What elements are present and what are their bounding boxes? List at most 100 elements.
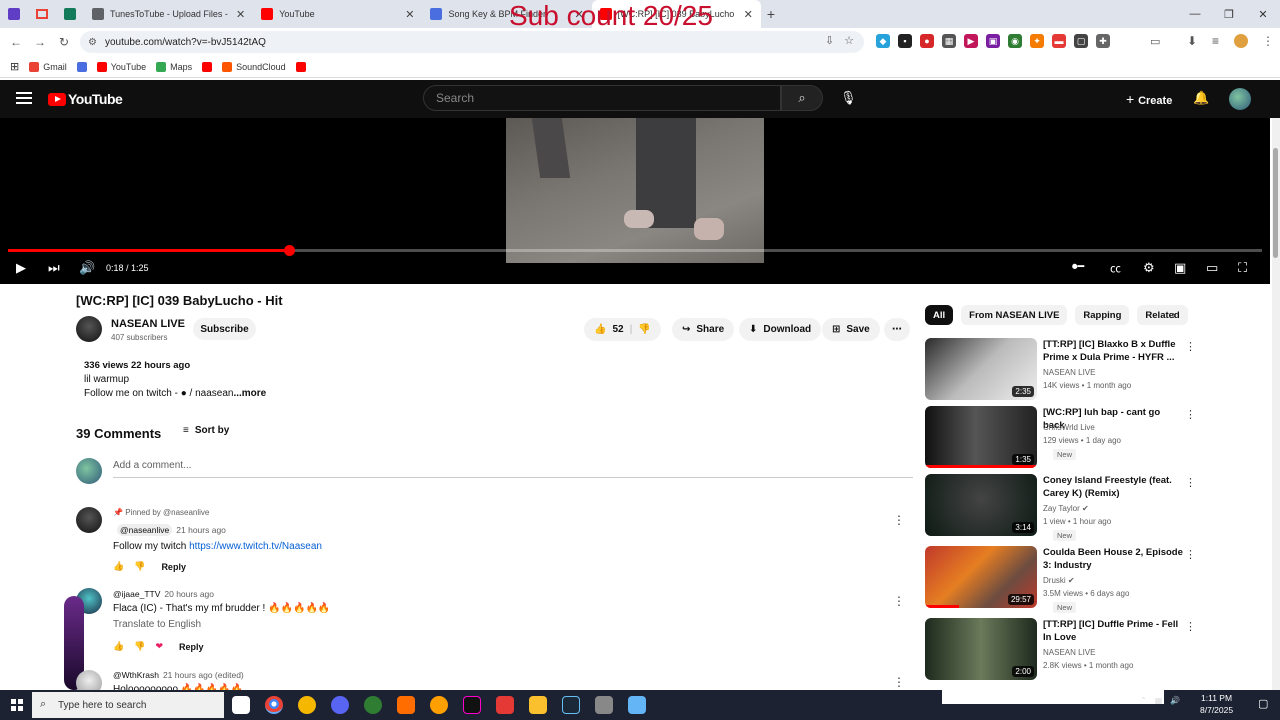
rec-channel[interactable]: NASEAN LIVE (1043, 368, 1095, 377)
taskbar-clock[interactable]: 1:11 PM 8/7/2025 (1200, 692, 1233, 716)
twitch-link[interactable]: https://www.twitch.tv/Naasean (189, 541, 322, 552)
dislike-icon[interactable]: 👎 (134, 641, 145, 652)
dislike-icon[interactable]: 👎 (134, 561, 145, 572)
bookmark-youtube-3[interactable] (295, 61, 306, 72)
chip-rapping[interactable]: Rapping (1075, 305, 1130, 325)
chip-all[interactable]: All (925, 305, 954, 325)
comment-menu-icon[interactable]: ⋮ (893, 675, 905, 689)
chip-related[interactable]: Related (1137, 305, 1188, 325)
bookmark-gmail[interactable]: Gmail (29, 61, 67, 72)
profile-avatar[interactable] (1234, 34, 1248, 48)
taskbar-app-icon[interactable] (364, 696, 382, 714)
rec-title[interactable]: [TT:RP] [IC] Blaxko B x Duffle Prime x D… (1043, 338, 1183, 364)
video-thumbnail[interactable]: 2:35 (925, 338, 1037, 400)
extension-icon[interactable]: ▬ (1052, 34, 1066, 48)
bookmark-star-icon[interactable]: ☆ (844, 34, 854, 47)
author-handle[interactable]: @WthKrash (113, 670, 159, 680)
author-handle[interactable]: @naseanlive (117, 524, 173, 536)
extension-icon[interactable]: ▣ (986, 34, 1000, 48)
reload-icon[interactable]: ↻ (52, 35, 76, 49)
scrubber-handle[interactable] (283, 245, 295, 256)
bookmark-youtube-2[interactable] (202, 61, 213, 72)
puzzle-icon[interactable]: ✚ (1096, 34, 1110, 48)
add-comment-input[interactable]: Add a comment... (113, 460, 913, 478)
steam-taskbar-icon[interactable] (562, 696, 580, 714)
theater-mode-icon[interactable]: ▭ (1206, 260, 1218, 276)
create-button[interactable]: + Create (1126, 91, 1172, 107)
site-info-icon[interactable]: ⚙ (88, 37, 97, 48)
taskbar-app-icon[interactable] (496, 696, 514, 714)
more-actions-button[interactable]: ⋯ (884, 318, 910, 341)
bookmark-blue[interactable] (76, 61, 87, 72)
rec-menu-icon[interactable]: ⋮ (1185, 548, 1196, 561)
tab-search-icon[interactable] (0, 0, 28, 28)
taskbar-app-icon[interactable] (628, 696, 646, 714)
extension-icon[interactable]: ▦ (942, 34, 956, 48)
taskbar-app-icon[interactable] (232, 696, 250, 714)
recommended-video[interactable]: 1:35 [WC:RP] luh bap - cant go back Chri… (925, 406, 1265, 470)
taskbar-app-icon[interactable] (298, 696, 316, 714)
chevron-right-icon[interactable]: › (1172, 308, 1176, 322)
close-icon[interactable]: ✕ (236, 8, 245, 21)
recommended-video[interactable]: 3:14 Coney Island Freestyle (feat. Carey… (925, 474, 1265, 541)
side-panel-icon[interactable]: ▭ (1150, 35, 1160, 48)
sort-by-button[interactable]: ≡ Sort by (183, 425, 229, 436)
extension-icon[interactable]: ▢ (1074, 34, 1088, 48)
page-scrollbar[interactable] (1272, 118, 1280, 690)
comment-menu-icon[interactable]: ⋮ (893, 594, 905, 608)
video-thumbnail[interactable]: 1:35 (925, 406, 1037, 468)
video-thumbnail[interactable]: 29:57 (925, 546, 1037, 608)
install-app-icon[interactable]: ⇩ (825, 34, 834, 47)
menu-icon[interactable]: ⋮ (1262, 34, 1274, 48)
next-icon[interactable]: ⏭ (48, 260, 60, 276)
rec-channel[interactable]: NASEAN LIVE (1043, 648, 1095, 657)
youtube-logo[interactable]: YouTube (48, 91, 123, 107)
bookmark-soundcloud[interactable]: SoundCloud (222, 61, 286, 72)
search-input[interactable]: Search (423, 85, 781, 111)
share-button[interactable]: ↪ Share (672, 318, 735, 341)
rec-channel[interactable]: Zay Taylor ✔ (1043, 504, 1089, 513)
like-icon[interactable]: 👍 (594, 324, 606, 335)
restore-icon[interactable]: ❐ (1212, 0, 1246, 28)
author-handle[interactable]: @ijaae_TTV (113, 589, 160, 599)
search-button[interactable]: ⌕ (781, 85, 823, 111)
extension-icon[interactable]: ✦ (1030, 34, 1044, 48)
url-input[interactable]: ⚙ youtube.com/watch?v=-bvJ5142tAQ ⇩ ☆ (80, 31, 864, 53)
rec-menu-icon[interactable]: ⋮ (1185, 620, 1196, 633)
rec-channel[interactable]: ChrisWrld Live (1043, 423, 1095, 432)
rec-channel[interactable]: Druski ✔ (1043, 576, 1075, 585)
recommended-video[interactable]: 2:35 [TT:RP] [IC] Blaxko B x Duffle Prim… (925, 338, 1265, 402)
translate-link[interactable]: Translate to English (113, 619, 201, 630)
save-button[interactable]: ⊞ Save (822, 318, 880, 341)
reading-list-icon[interactable]: ≡ (1212, 34, 1219, 48)
download-icon[interactable]: ⬇ (1187, 34, 1197, 48)
close-icon[interactable]: ✕ (744, 8, 753, 21)
new-tab-button[interactable]: + (767, 6, 775, 22)
forward-icon[interactable]: → (28, 35, 52, 49)
like-icon[interactable]: 👍 (113, 561, 124, 572)
discord-taskbar-icon[interactable] (331, 696, 349, 714)
notifications-icon[interactable]: 🔔 (1193, 90, 1209, 106)
extension-icon[interactable]: ◆ (876, 34, 890, 48)
recommended-video[interactable]: 2:00 [TT:RP] [IC] Duffle Prime - Fell In… (925, 618, 1265, 682)
rec-title[interactable]: [TT:RP] [IC] Duffle Prime - Fell In Love (1043, 618, 1183, 644)
account-avatar[interactable] (1229, 88, 1251, 110)
play-icon[interactable]: ▶ (16, 260, 26, 276)
like-icon[interactable]: 👍 (113, 641, 124, 652)
tiktok-taskbar-icon[interactable] (463, 696, 481, 714)
more-link[interactable]: ...more (233, 388, 266, 399)
tab-youtube[interactable]: YouTube ✕ (253, 0, 422, 28)
taskbar-app-icon[interactable] (430, 696, 448, 714)
network-icon[interactable]: ▦ (1155, 696, 1163, 705)
rec-menu-icon[interactable]: ⋮ (1185, 476, 1196, 489)
extension-icon[interactable]: ▶ (964, 34, 978, 48)
video-player[interactable]: ▶ ⏭ 🔊 0:18 / 1:25 ⏺━ ㏄ ⚙ ▣ ▭ ⛶ (0, 118, 1270, 284)
volume-tray-icon[interactable]: 🔊 (1170, 696, 1180, 705)
bookmark-maps[interactable]: Maps (156, 61, 192, 72)
download-button[interactable]: ⬇ Download (739, 318, 822, 341)
recommended-video[interactable]: 29:57 Coulda Been House 2, Episode 3: In… (925, 546, 1265, 613)
back-icon[interactable]: ← (4, 35, 28, 49)
sheets-tab-icon[interactable] (56, 0, 84, 28)
minimize-icon[interactable]: — (1178, 0, 1212, 28)
rec-title[interactable]: Coney Island Freestyle (feat. Carey K) (… (1043, 474, 1183, 500)
